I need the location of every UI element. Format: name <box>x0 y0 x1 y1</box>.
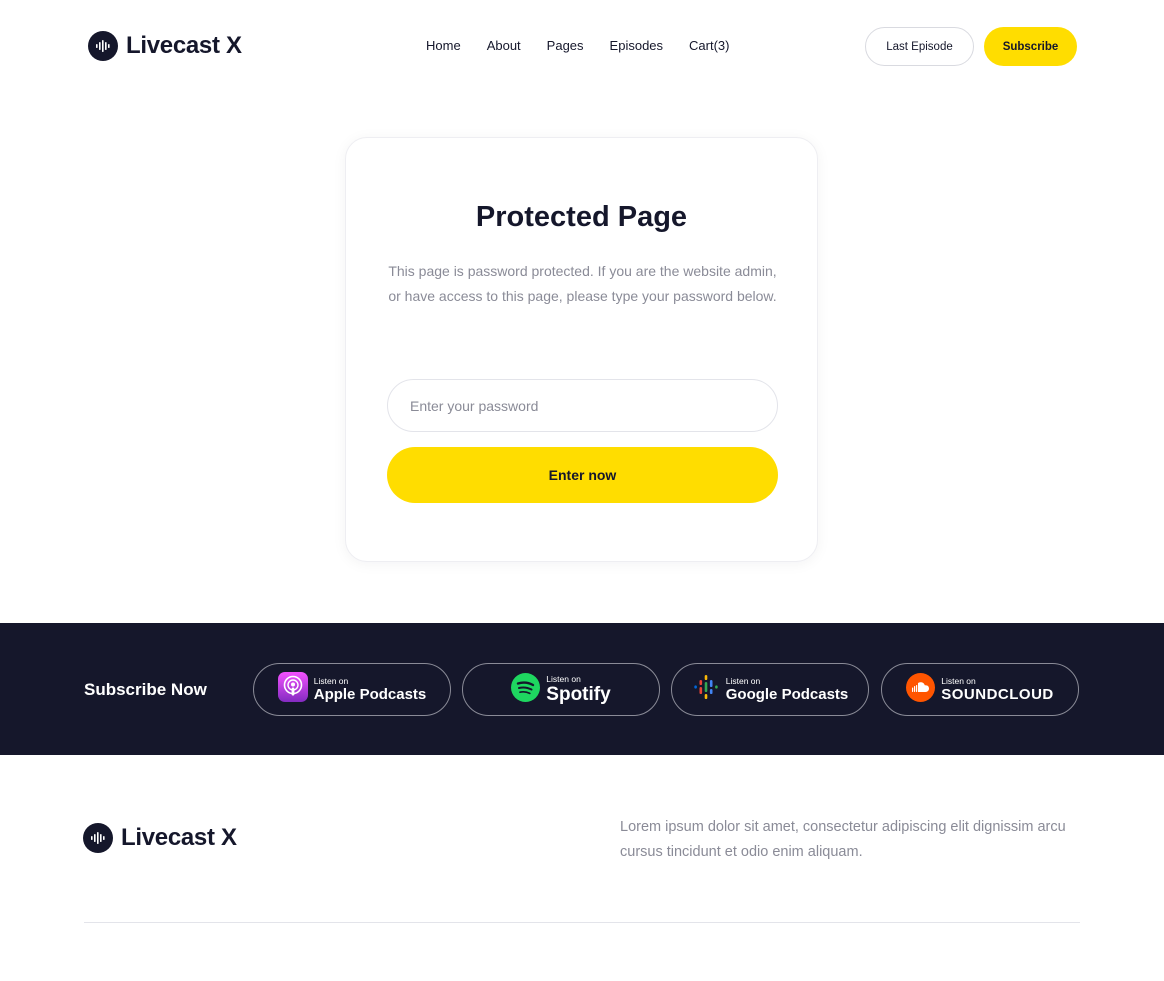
subscribe-band: Subscribe Now Listen on Apple Podcasts L… <box>0 623 1164 755</box>
footer-description: Lorem ipsum dolor sit amet, consectetur … <box>620 819 1066 860</box>
google-podcasts-icon <box>692 673 720 706</box>
header-logo[interactable]: Livecast X <box>88 31 242 61</box>
page-description: This page is password protected. If you … <box>388 263 777 304</box>
nav-episodes[interactable]: Episodes <box>610 38 663 53</box>
nav-about[interactable]: About <box>487 38 521 53</box>
apple-podcasts-icon <box>277 672 308 707</box>
password-input[interactable] <box>387 379 778 432</box>
nav-cart[interactable]: Cart(3) <box>689 38 729 53</box>
subscribe-button[interactable]: Subscribe <box>984 27 1077 66</box>
badge-small-label: Listen on <box>546 673 581 684</box>
apple-podcasts-badge[interactable]: Listen on Apple Podcasts <box>253 663 451 716</box>
spotify-icon <box>511 672 541 707</box>
soundcloud-badge[interactable]: Listen on SOUNDCLOUD <box>881 663 1079 716</box>
enter-now-button[interactable]: Enter now <box>387 447 778 503</box>
nav-home[interactable]: Home <box>426 38 461 53</box>
footer-logo[interactable]: Livecast X <box>83 823 237 853</box>
subscribe-title: Subscribe Now <box>84 680 207 699</box>
badge-platform-name: Apple Podcasts <box>313 686 427 704</box>
soundwave-logo-icon <box>83 823 113 853</box>
site-header: Livecast X Home About Pages Episodes Car… <box>0 0 1164 94</box>
badge-platform-name: Spotify <box>546 684 611 706</box>
brand-name: Livecast X <box>121 824 237 851</box>
footer-divider <box>84 922 1080 923</box>
spotify-badge[interactable]: Listen on Spotify <box>462 663 660 716</box>
badge-small-label: Listen on <box>313 675 349 686</box>
protected-page-card: Protected Page This page is password pro… <box>345 137 818 562</box>
soundcloud-icon <box>906 672 936 707</box>
badge-platform-name: Google Podcasts <box>725 686 849 704</box>
page-title: Protected Page <box>475 201 688 233</box>
soundwave-logo-icon <box>88 31 118 61</box>
last-episode-button[interactable]: Last Episode <box>865 27 974 66</box>
main-nav: Home About Pages Episodes Cart(3) <box>426 38 729 53</box>
google-podcasts-badge[interactable]: Listen on Google Podcasts <box>671 663 869 716</box>
badge-small-label: Listen on <box>725 675 761 686</box>
brand-name: Livecast X <box>126 32 242 59</box>
badge-small-label: Listen on <box>941 675 976 686</box>
badge-platform-name: SOUNDCLOUD <box>941 686 1054 704</box>
nav-pages[interactable]: Pages <box>547 38 584 53</box>
